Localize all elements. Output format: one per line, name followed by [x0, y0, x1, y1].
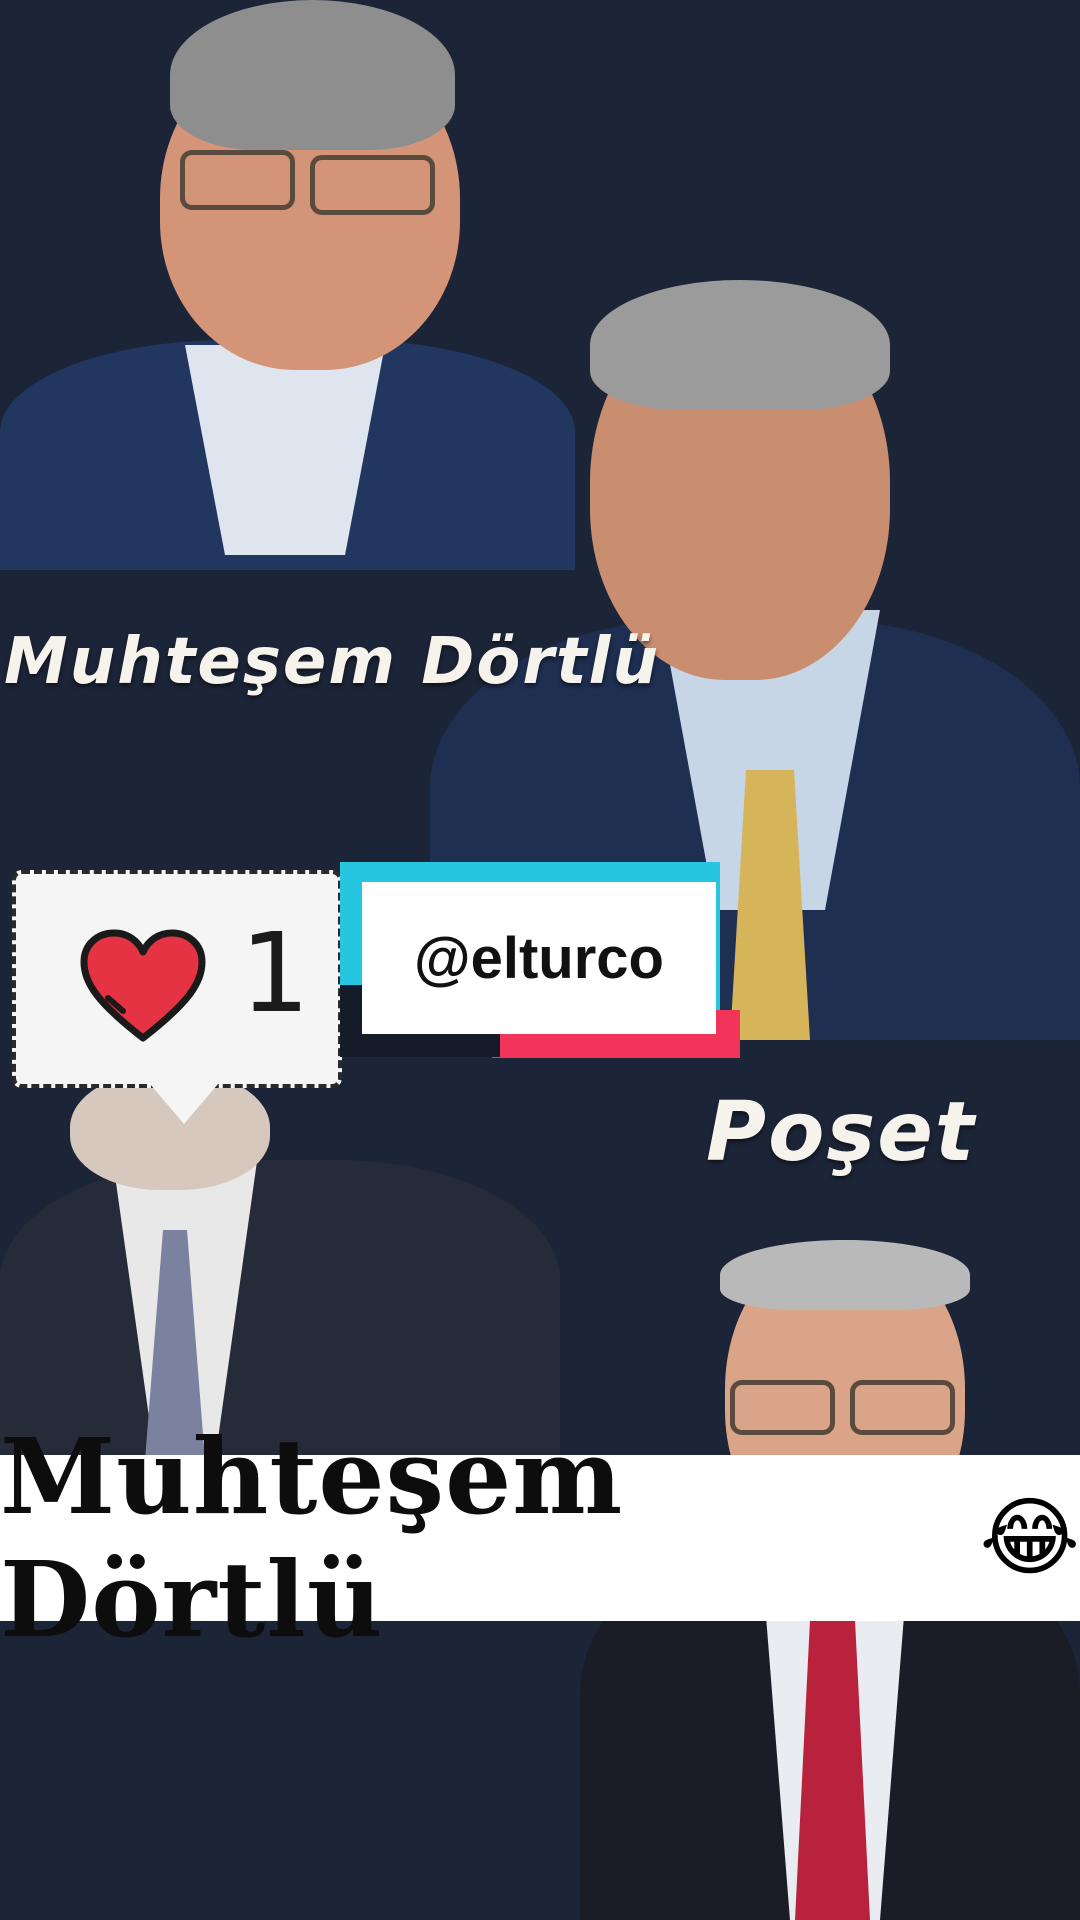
sticker-caption-middle: Poşet [706, 1085, 977, 1180]
like-count: 1 [240, 909, 310, 1037]
main-caption-text: Muhteşem Dörtlü [0, 1415, 624, 1661]
username-text: @elturco [414, 925, 664, 991]
username-tag[interactable]: @elturco [362, 882, 716, 1034]
laughing-emoji-icon: 😂 [979, 1488, 1080, 1588]
video-frame: Muhteşem Dörtlü Poşet 1 @elturco Muhteşe… [0, 0, 1080, 1920]
person-photo-bottom-left [0, 1070, 560, 1460]
main-caption-bar: Muhteşem Dörtlü 😂 [0, 1415, 1080, 1661]
like-bubble-tail [150, 1084, 218, 1124]
heart-icon [80, 929, 206, 1042]
sticker-caption-top: Muhteşem Dörtlü [4, 625, 661, 699]
